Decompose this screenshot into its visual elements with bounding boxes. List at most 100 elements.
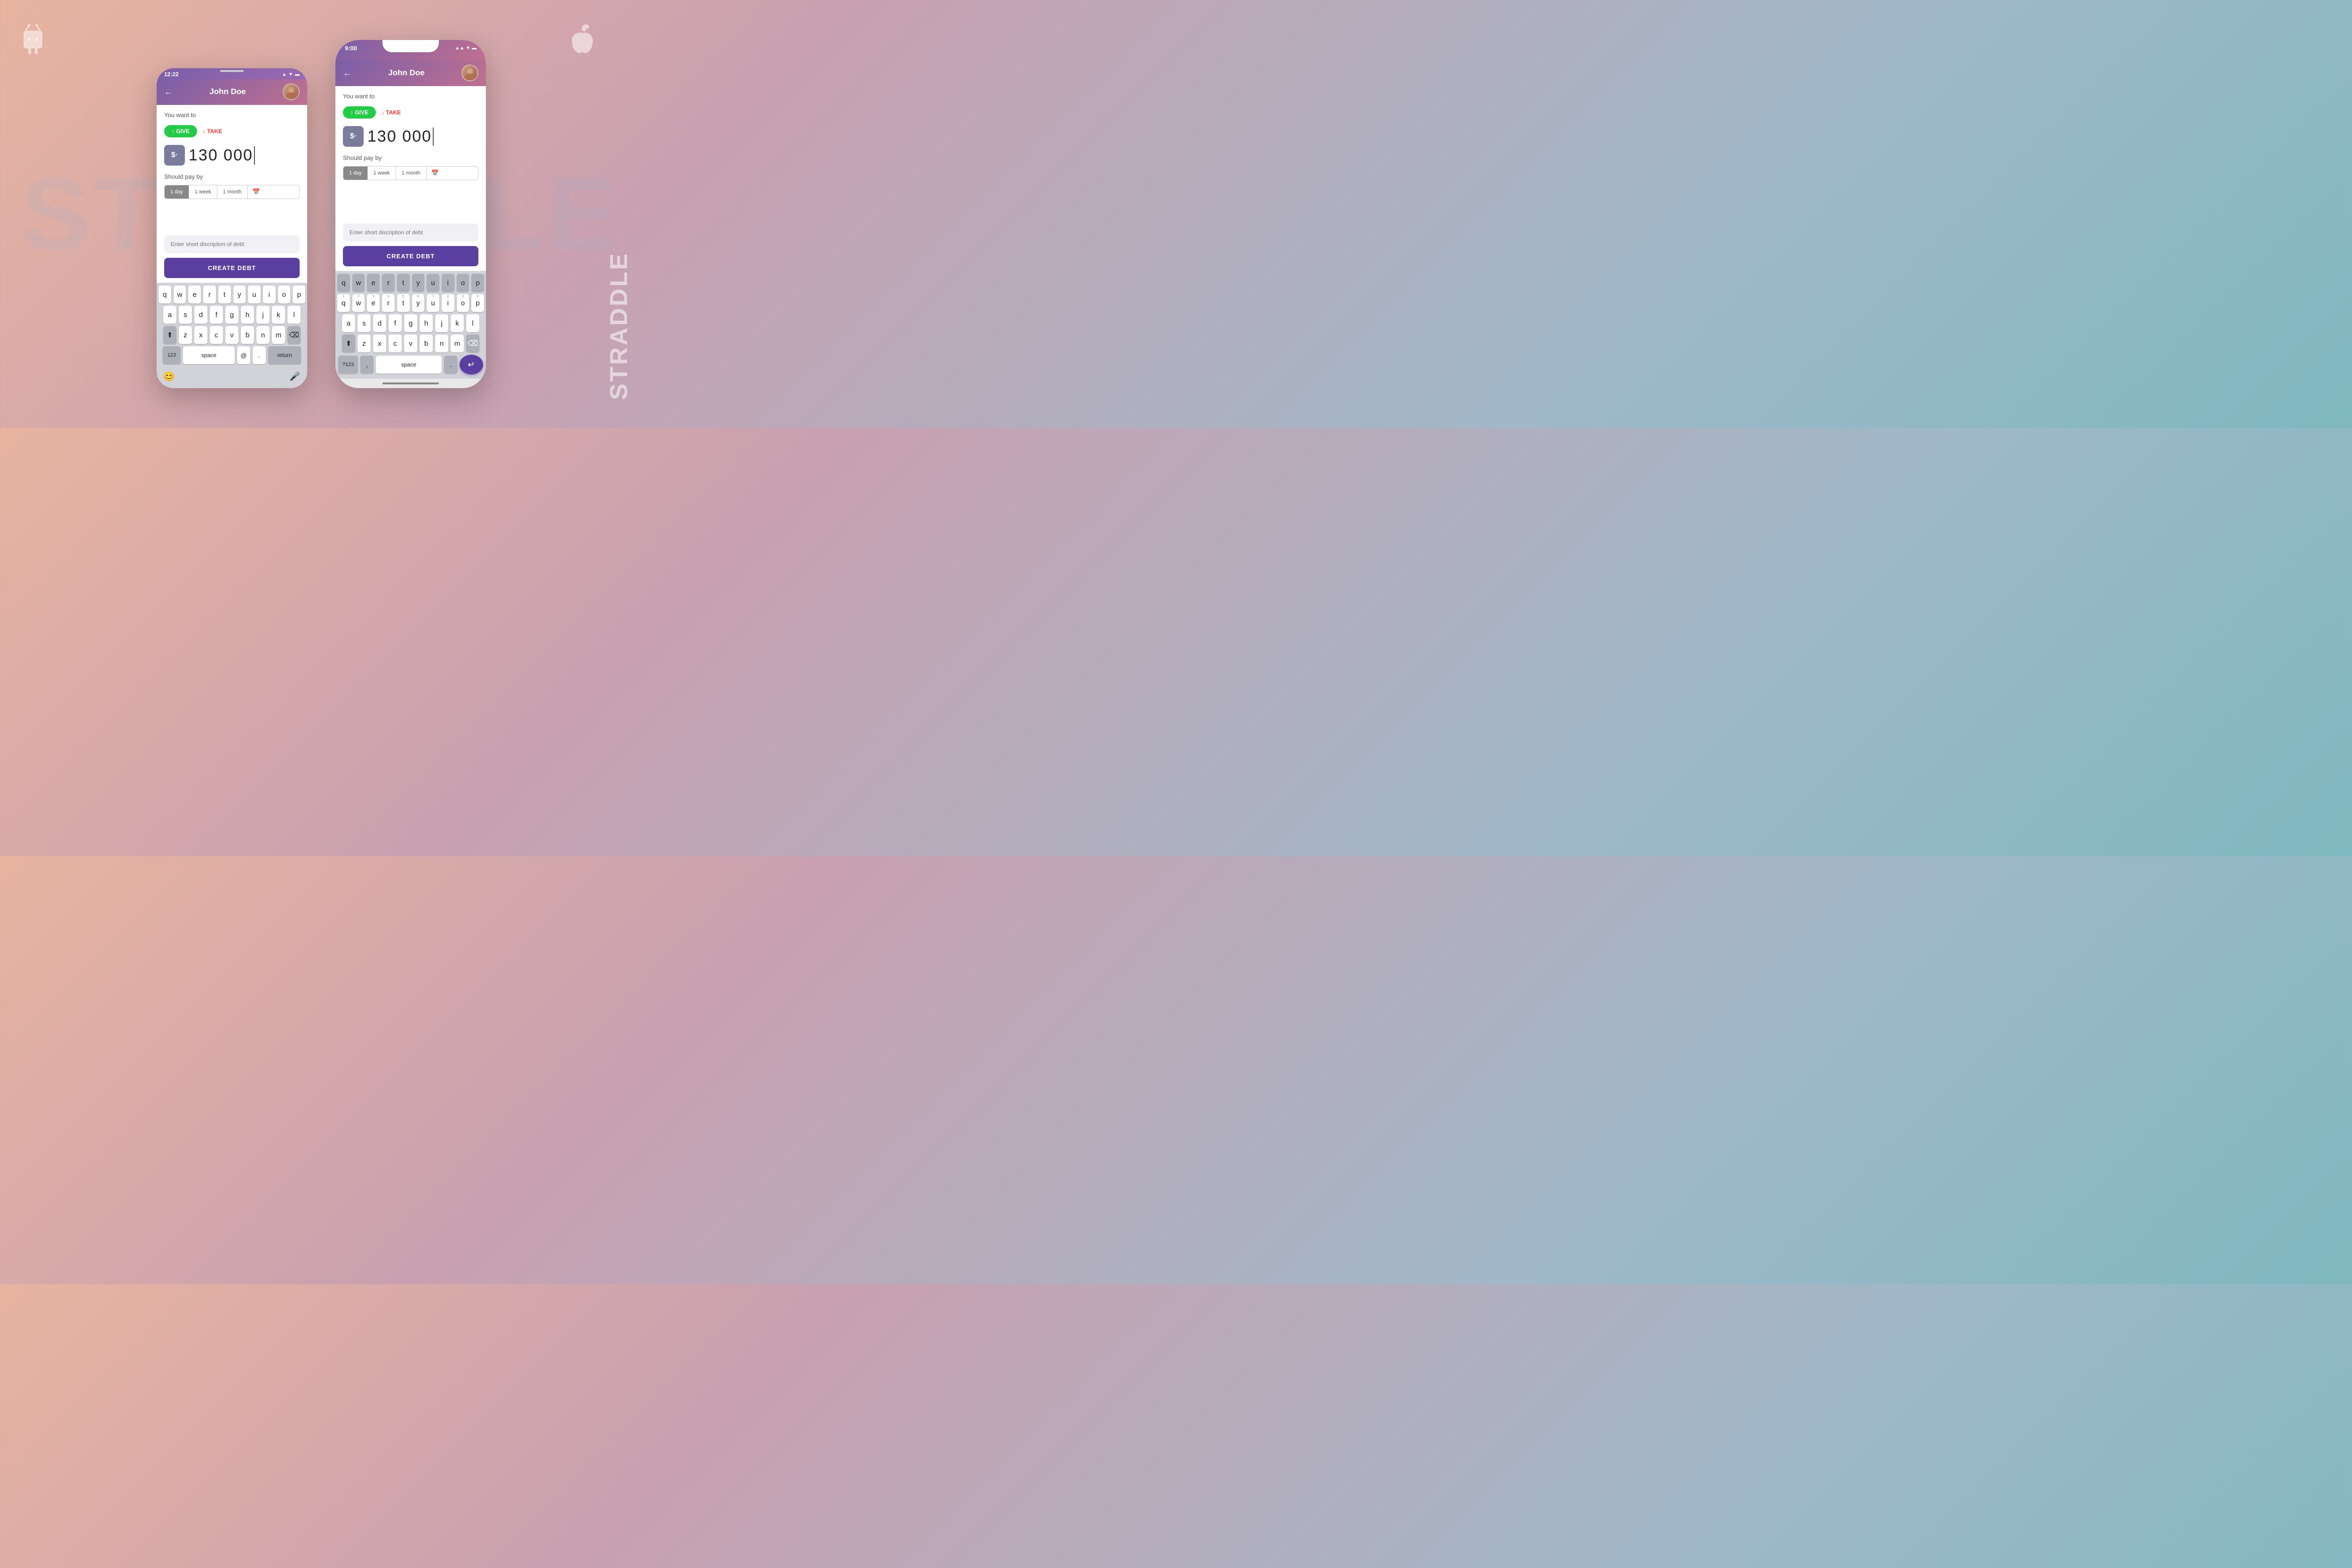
ios-avatar[interactable] [461, 64, 478, 81]
android-time-1day[interactable]: 1 day [165, 185, 189, 199]
ios-key-c[interactable]: c [389, 334, 402, 352]
ios-key-3[interactable]: e [367, 274, 380, 292]
key-n[interactable]: n [256, 326, 270, 344]
ios-key-9[interactable]: o [457, 274, 469, 292]
ios-key-o[interactable]: 9o [457, 294, 469, 312]
key-q[interactable]: q [159, 286, 171, 303]
android-description-input[interactable] [164, 235, 300, 253]
android-time-calendar[interactable]: 📅 [248, 185, 265, 199]
key-z[interactable]: z [179, 326, 192, 344]
android-take-button[interactable]: ↓ TAKE [203, 128, 222, 135]
ios-key-d[interactable]: d [373, 314, 386, 332]
ios-key-k[interactable]: k [451, 314, 464, 332]
key-l[interactable]: l [287, 306, 301, 324]
ios-key-x[interactable]: x [373, 334, 386, 352]
ios-key-z[interactable]: z [358, 334, 371, 352]
key-y[interactable]: y [233, 286, 246, 303]
ios-description-input[interactable] [343, 223, 478, 241]
ios-key-j[interactable]: j [435, 314, 448, 332]
mic-button[interactable]: 🎤 [288, 367, 302, 385]
key-f[interactable]: f [210, 306, 223, 324]
ios-currency-box[interactable]: $· [343, 126, 364, 147]
ios-key-n[interactable]: n [435, 334, 448, 352]
ios-key-p[interactable]: 0p [471, 294, 484, 312]
android-create-debt-button[interactable]: CREATE DEBT [164, 258, 300, 278]
key-v[interactable]: v [225, 326, 238, 344]
key-d[interactable]: d [194, 306, 207, 324]
key-w[interactable]: w [174, 286, 186, 303]
ios-time-calendar[interactable]: 📅 [427, 167, 444, 180]
emoji-button[interactable]: 😊 [162, 367, 175, 385]
ios-time-1day[interactable]: 1 day [343, 167, 368, 180]
ios-time-1week[interactable]: 1 week [368, 167, 396, 180]
ios-key-4[interactable]: r [382, 274, 395, 292]
ios-key-s[interactable]: s [358, 314, 371, 332]
ios-key-r[interactable]: 4r [382, 294, 395, 312]
key-r[interactable]: r [203, 286, 216, 303]
ios-key-2[interactable]: w [352, 274, 365, 292]
key-c[interactable]: c [210, 326, 223, 344]
key-u[interactable]: u [248, 286, 261, 303]
ios-key-w[interactable]: 2w [352, 294, 365, 312]
ios-key-i[interactable]: 8i [442, 294, 454, 312]
key-x[interactable]: x [194, 326, 207, 344]
ios-key-h[interactable]: h [420, 314, 433, 332]
key-return[interactable]: return [268, 346, 301, 364]
ios-back-button[interactable]: ← [343, 68, 351, 78]
ios-key-m[interactable]: m [451, 334, 464, 352]
key-t[interactable]: t [218, 286, 231, 303]
key-123[interactable]: 123 [163, 346, 181, 364]
ios-time-1month[interactable]: 1 month [396, 167, 427, 180]
ios-key-7[interactable]: u [427, 274, 439, 292]
key-dot[interactable]: . [253, 346, 266, 364]
key-s[interactable]: s [179, 306, 192, 324]
ios-key-f[interactable]: f [389, 314, 402, 332]
ios-key-6[interactable]: y [412, 274, 425, 292]
android-give-button[interactable]: ↑ GIVE [164, 125, 197, 137]
key-b[interactable]: b [241, 326, 254, 344]
key-i[interactable]: i [263, 286, 276, 303]
android-time-1week[interactable]: 1 week [189, 185, 217, 199]
ios-key-u[interactable]: 7u [427, 294, 439, 312]
ios-key-period[interactable]: . [444, 356, 457, 374]
ios-create-debt-button[interactable]: CREATE DEBT [343, 246, 478, 266]
ios-key-0[interactable]: p [471, 274, 484, 292]
ios-key-v[interactable]: v [404, 334, 417, 352]
ios-key-1[interactable]: q [337, 274, 350, 292]
android-time-1month[interactable]: 1 month [217, 185, 248, 199]
key-at[interactable]: @ [237, 346, 250, 364]
key-e[interactable]: e [188, 286, 201, 303]
ios-key-5[interactable]: t [397, 274, 410, 292]
android-currency-box[interactable]: $· [164, 145, 185, 166]
key-a[interactable]: a [163, 306, 176, 324]
ios-key-space[interactable]: space [376, 356, 442, 374]
ios-key-shift[interactable]: ⬆ [342, 334, 355, 352]
key-shift[interactable]: ⬆ [163, 326, 176, 344]
key-m[interactable]: m [272, 326, 285, 344]
ios-key-e[interactable]: 3e [367, 294, 380, 312]
ios-key-comma[interactable]: , [360, 356, 373, 374]
key-k[interactable]: k [272, 306, 285, 324]
ios-key-b[interactable]: b [420, 334, 433, 352]
key-g[interactable]: g [225, 306, 238, 324]
ios-key-g[interactable]: g [404, 314, 417, 332]
ios-key-backspace[interactable]: ⌫ [466, 334, 479, 352]
key-backspace[interactable]: ⌫ [287, 326, 301, 344]
key-j[interactable]: j [256, 306, 270, 324]
key-h[interactable]: h [241, 306, 254, 324]
ios-key-8[interactable]: i [442, 274, 454, 292]
ios-take-button[interactable]: ↓ TAKE [381, 109, 401, 116]
ios-key-q[interactable]: 1q [337, 294, 350, 312]
ios-key-l[interactable]: l [466, 314, 479, 332]
ios-give-button[interactable]: ↑ GIVE [343, 106, 376, 119]
ios-key-a[interactable]: a [342, 314, 355, 332]
ios-key-123[interactable]: ?123 [338, 356, 358, 374]
key-space[interactable]: space [183, 346, 235, 364]
ios-key-t[interactable]: 5t [397, 294, 410, 312]
android-back-button[interactable]: ← [164, 87, 173, 97]
android-avatar[interactable] [283, 83, 300, 100]
ios-key-return[interactable]: ↵ [460, 355, 483, 374]
ios-key-y[interactable]: 6y [412, 294, 425, 312]
key-o[interactable]: o [278, 286, 291, 303]
key-p[interactable]: p [293, 286, 305, 303]
